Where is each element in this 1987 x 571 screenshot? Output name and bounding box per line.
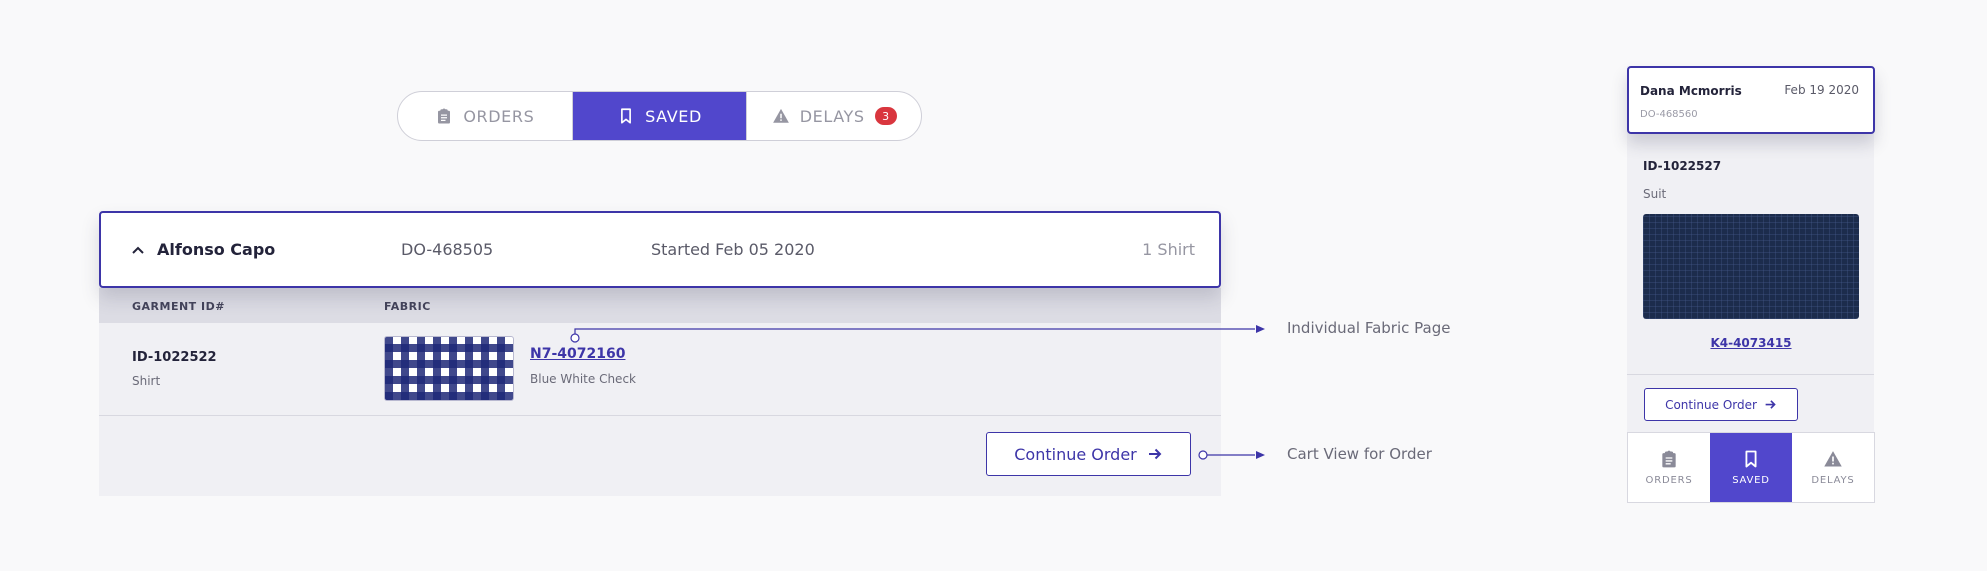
clipboard-icon [438, 108, 451, 124]
continue-order-button[interactable]: Continue Order [986, 432, 1191, 476]
garment-type: Shirt [132, 374, 161, 388]
chevron-up-icon[interactable] [131, 243, 145, 257]
mobile-nav-delays[interactable]: DELAYS [1792, 433, 1874, 502]
column-garment-id: GARMENT ID# [132, 300, 225, 313]
table-row: ID-1022522 Shirt N7-4072160 Blue White C… [99, 323, 1221, 416]
annotation-fabric-page: Individual Fabric Page [1287, 319, 1451, 337]
nav-label: SAVED [1732, 475, 1770, 486]
continue-order-label: Continue Order [1665, 397, 1757, 412]
mobile-continue-order-button[interactable]: Continue Order [1644, 388, 1798, 421]
customer-name: Alfonso Capo [157, 240, 276, 259]
tab-label: SAVED [645, 106, 702, 126]
divider [1627, 374, 1874, 375]
order-header[interactable]: Alfonso Capo DO-468505 Started Feb 05 20… [99, 211, 1221, 288]
tab-delays[interactable]: DELAYS 3 [746, 92, 921, 140]
annotation-cart-view: Cart View for Order [1287, 445, 1432, 463]
warning-icon [1824, 451, 1842, 467]
mobile-garment-type: Suit [1643, 187, 1667, 201]
mobile-customer-name: Dana Mcmorris [1640, 84, 1742, 98]
bookmark-icon [621, 108, 632, 124]
garment-count: 1 Shirt [1142, 240, 1195, 259]
fabric-name: Blue White Check [530, 372, 636, 386]
order-start-date: Started Feb 05 2020 [651, 240, 815, 259]
status-tabs: ORDERS SAVED DELAYS 3 [397, 91, 922, 141]
mobile-order-card[interactable]: Dana Mcmorris Feb 19 2020 DO-468560 [1627, 66, 1875, 134]
mobile-bottom-nav: ORDERS SAVED DELAYS [1627, 432, 1875, 503]
column-fabric: FABRIC [384, 300, 431, 313]
garment-id: ID-1022522 [132, 350, 217, 365]
tab-label: ORDERS [463, 106, 535, 126]
nav-label: ORDERS [1645, 475, 1693, 486]
mobile-order-id: DO-468560 [1640, 109, 1698, 120]
mobile-nav-saved[interactable]: SAVED [1710, 433, 1792, 502]
arrow-right-icon [1765, 400, 1776, 409]
garment-table-header: GARMENT ID# FABRIC [99, 288, 1221, 323]
bookmark-icon [1745, 450, 1757, 468]
fabric-swatch-image[interactable] [384, 336, 514, 401]
continue-order-label: Continue Order [1014, 444, 1137, 464]
mobile-nav-orders[interactable]: ORDERS [1628, 433, 1710, 502]
tab-label: DELAYS [799, 106, 865, 126]
mobile-fabric-code-link[interactable]: K4-4073415 [1643, 336, 1859, 350]
nav-label: DELAYS [1811, 475, 1855, 486]
mobile-garment-id: ID-1022527 [1643, 159, 1722, 173]
arrow-right-icon [1148, 448, 1162, 460]
warning-icon [772, 108, 789, 123]
tab-saved[interactable]: SAVED [571, 92, 747, 140]
tab-orders[interactable]: ORDERS [398, 92, 572, 140]
clipboard-icon [1662, 450, 1676, 468]
order-id: DO-468505 [401, 240, 494, 259]
mobile-fabric-swatch-image[interactable] [1643, 214, 1859, 319]
fabric-code-link[interactable]: N7-4072160 [530, 346, 625, 362]
mobile-order-date: Feb 19 2020 [1784, 83, 1859, 97]
delays-count-badge: 3 [874, 107, 897, 125]
